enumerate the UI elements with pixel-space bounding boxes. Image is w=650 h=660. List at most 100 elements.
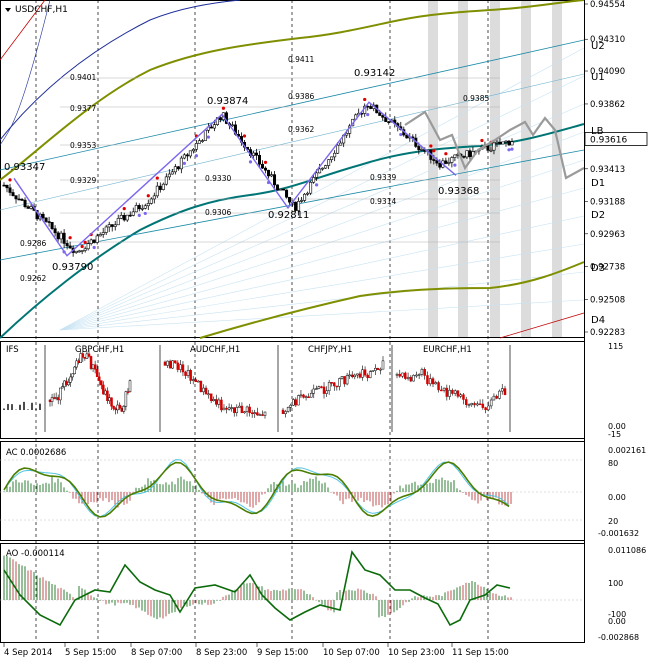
chart-window: 0.9401 0.9411 0.9377 0.9386 0.9385 0.9353 0.93… [0, 0, 650, 660]
level-marker: U2 [591, 41, 605, 52]
fractal-up [363, 97, 367, 102]
level-label: 0.9286 [20, 239, 46, 248]
candle-body [282, 188, 286, 191]
candle-body [92, 239, 96, 243]
candle-body [267, 169, 271, 177]
ifs-body [487, 405, 490, 411]
candle-body [29, 206, 33, 209]
ifs-body [104, 390, 107, 395]
time-axis-label: 9 Sep 15:00 [257, 648, 308, 658]
candle-body [212, 124, 216, 129]
candle-body [330, 156, 334, 161]
time-axis-label: 10 Sep 23:00 [388, 648, 445, 658]
ifs-body [304, 396, 308, 398]
ifs-body [476, 403, 479, 406]
candle-body [86, 243, 90, 250]
ifs-body [215, 399, 218, 405]
ifs-body [500, 388, 504, 392]
ao-axis-label: -0.002868 [598, 633, 639, 642]
candle-body [164, 176, 168, 185]
candle-body [288, 196, 292, 203]
candle-body [465, 150, 469, 158]
candle-body [333, 152, 337, 158]
candle-body [276, 184, 280, 191]
ifs-body [467, 404, 471, 406]
ifs-body [404, 372, 407, 379]
ifs-body [409, 376, 413, 382]
level-marker: D4 [591, 315, 605, 326]
fractal-up [429, 144, 433, 148]
ifs-body [191, 379, 195, 381]
time-axis-label: 11 Sep 15:00 [452, 648, 509, 658]
candle-body [285, 189, 289, 198]
candle-body [17, 198, 21, 201]
candle-body [113, 224, 117, 227]
ifs-body [212, 399, 215, 401]
ifs-body [263, 411, 267, 416]
ifs-body [194, 379, 198, 382]
ifs-body [184, 371, 187, 376]
candle-body [261, 163, 265, 169]
ifs-body [353, 374, 357, 378]
ac-axis-label: 0.002161 [608, 446, 646, 455]
ifs-body [412, 374, 415, 382]
candle-body [89, 239, 93, 244]
ifs-body [235, 407, 239, 413]
ifs-body [297, 395, 300, 406]
candle-body [203, 129, 207, 141]
fractal-up [221, 106, 226, 110]
ifs-body [363, 369, 367, 376]
ifs-body [343, 376, 346, 385]
ifs-body [350, 374, 354, 378]
candle-body [104, 226, 108, 233]
ifs-body [258, 414, 262, 416]
fractal-down [399, 132, 403, 137]
ifs-body [256, 412, 259, 416]
chart-canvas[interactable]: 0.9401 0.9411 0.9377 0.9386 0.9385 0.9353 0.93… [0, 0, 650, 660]
ifs-body [481, 403, 485, 408]
ifs-body [473, 403, 476, 406]
ifs-body [348, 374, 351, 377]
ifs-body [335, 385, 339, 388]
ifs-body [207, 393, 210, 396]
fractal-up [155, 176, 159, 180]
candle-body [468, 150, 472, 158]
candle-body [152, 195, 156, 200]
candle-body [101, 232, 105, 235]
ifs-body [73, 366, 76, 375]
ifs-body [361, 369, 364, 378]
ifs-body [59, 387, 62, 401]
candle-body [501, 141, 505, 145]
pivot-label: 0.92811 [268, 210, 309, 221]
time-axis-label: 8 Sep 23:00 [196, 648, 247, 658]
fractal-down [507, 148, 511, 152]
level-label: 0.9386 [288, 92, 314, 101]
time-axis-label: 10 Sep 07:00 [323, 648, 380, 658]
ifs-body [54, 397, 58, 399]
ifs-body [379, 368, 382, 371]
ifs-body [381, 360, 385, 370]
ifs-body [322, 386, 326, 394]
ac-axis-label: 20 [608, 517, 618, 526]
ifs-body [281, 409, 285, 414]
ifs-body [116, 404, 119, 411]
chart-title: USDCHF,H1 [15, 5, 68, 15]
candle-body [200, 140, 204, 142]
candle-body [44, 217, 48, 222]
ifs-body [85, 353, 89, 359]
ifs-body [498, 390, 501, 399]
candle-body [56, 232, 60, 240]
ifs-body [240, 405, 244, 414]
candle-body [149, 198, 153, 204]
candle-body [251, 152, 255, 156]
fractal-up [80, 244, 84, 249]
ifs-body [440, 389, 443, 392]
price-axis-label: 0.93413 [590, 165, 625, 175]
fractal-down [194, 154, 198, 158]
ifs-body [238, 405, 241, 408]
ifs-body [217, 399, 221, 405]
ifs-body [65, 380, 68, 386]
candle-body [492, 142, 496, 151]
candle-body [432, 159, 436, 161]
candle-body [312, 177, 316, 183]
